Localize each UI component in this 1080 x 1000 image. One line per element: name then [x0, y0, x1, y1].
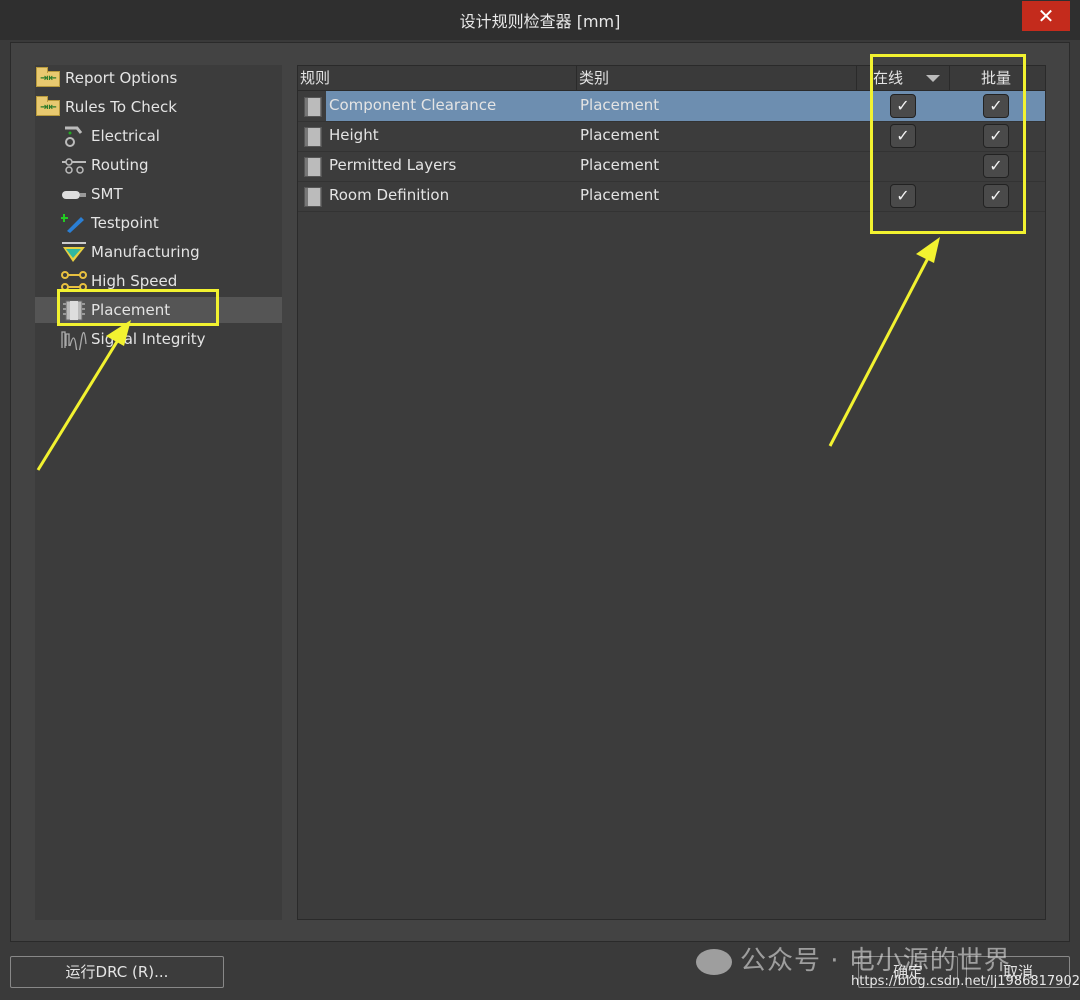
annotation-arrow-line-left [36, 339, 120, 471]
annotation-arrow-line-right [828, 257, 930, 447]
annotation-arrow-head-right [916, 237, 940, 263]
wechat-icon [696, 948, 732, 975]
annotation-arrow-head-left [106, 320, 131, 346]
annotation-arrows [36, 237, 940, 471]
watermark: 公众号 · 电小源的世界 [696, 940, 1011, 977]
source-url: https://blog.csdn.net/lj1986817902 [851, 974, 1080, 989]
